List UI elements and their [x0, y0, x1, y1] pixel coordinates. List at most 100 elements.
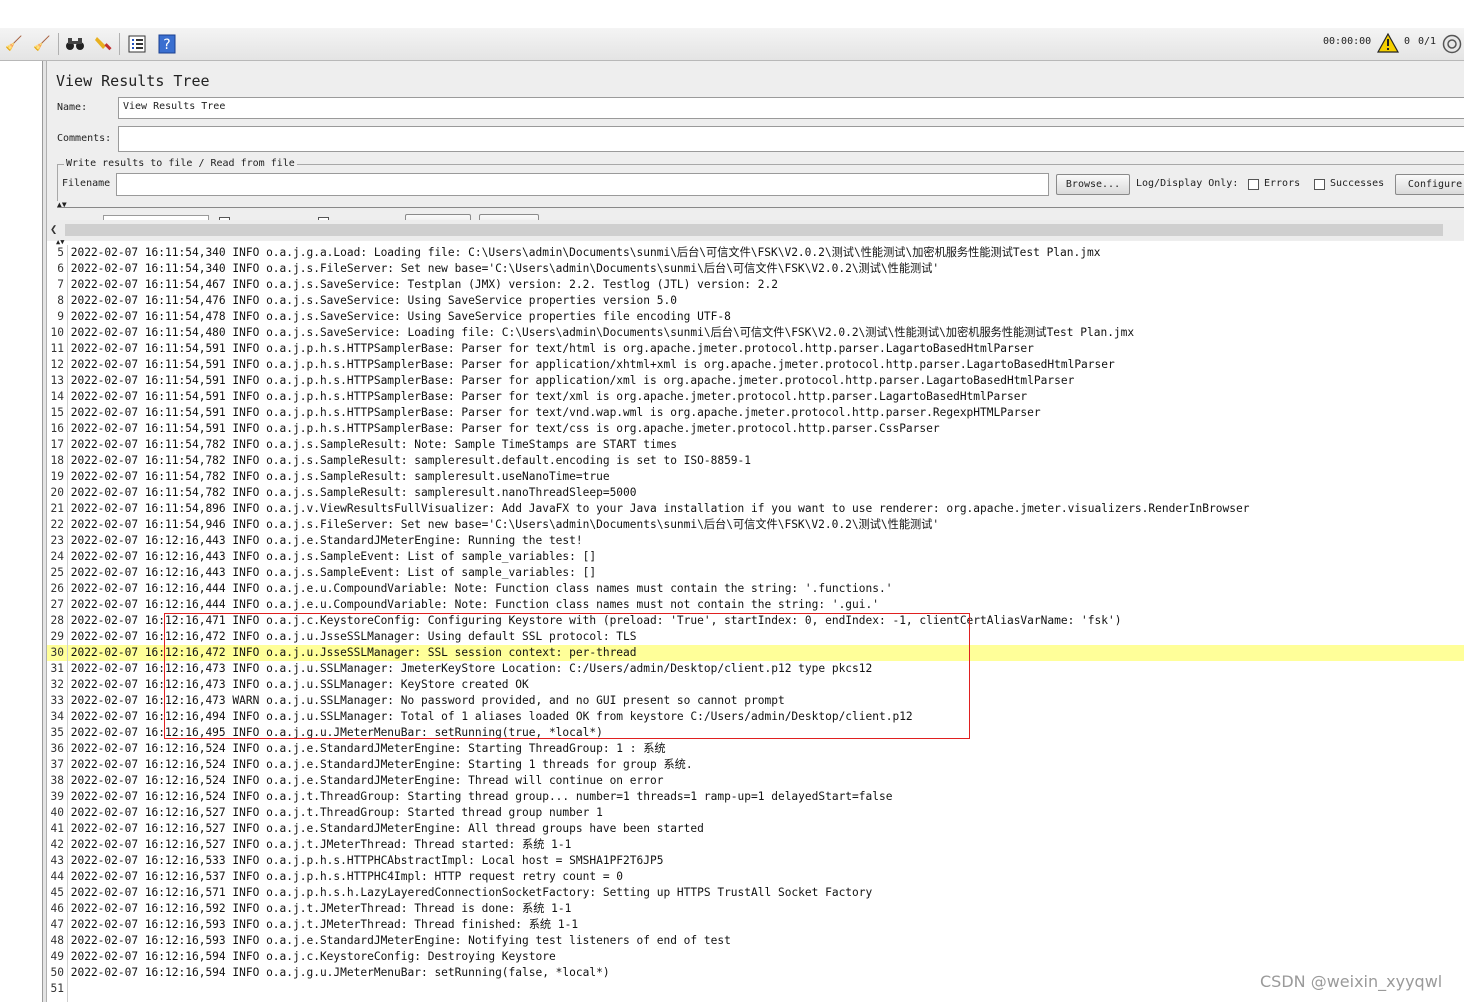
log-line: 27 2022-02-07 16:12:16,444 INFO o.a.j.e.… [47, 597, 1464, 613]
comments-label: Comments: [57, 133, 112, 144]
log-line-text: 2022-02-07 16:11:54,591 INFO o.a.j.p.h.s… [64, 422, 940, 435]
log-display-only-label: Log/Display Only: [1136, 178, 1239, 189]
log-line: 22 2022-02-07 16:11:54,946 INFO o.a.j.s.… [47, 517, 1464, 533]
log-line: 45 2022-02-07 16:12:16,571 INFO o.a.j.p.… [47, 885, 1464, 901]
line-number: 15 [50, 406, 64, 419]
log-line-text: 2022-02-07 16:12:16,533 INFO o.a.j.p.h.s… [64, 854, 664, 867]
log-line: 21 2022-02-07 16:11:54,896 INFO o.a.j.v.… [47, 501, 1464, 517]
line-number: 14 [50, 390, 64, 403]
log-line: 26 2022-02-07 16:12:16,444 INFO o.a.j.e.… [47, 581, 1464, 597]
scrollbar-thumb[interactable] [65, 224, 1443, 236]
log-line: 17 2022-02-07 16:11:54,782 INFO o.a.j.s.… [47, 437, 1464, 453]
line-number-gutter [67, 245, 68, 1002]
line-number: 18 [50, 454, 64, 467]
line-number: 50 [50, 966, 64, 979]
log-line: 14 2022-02-07 16:11:54,591 INFO o.a.j.p.… [47, 389, 1464, 405]
line-number: 9 [57, 310, 64, 323]
line-number: 16 [50, 422, 64, 435]
line-number: 45 [50, 886, 64, 899]
svg-text:?: ? [163, 37, 170, 53]
log-line: 41 2022-02-07 16:12:16,527 INFO o.a.j.e.… [47, 821, 1464, 837]
log-line: 42 2022-02-07 16:12:16,527 INFO o.a.j.t.… [47, 837, 1464, 853]
log-line-text: 2022-02-07 16:11:54,467 INFO o.a.j.s.Sav… [64, 278, 778, 291]
log-line-text: 2022-02-07 16:12:16,593 INFO o.a.j.t.JMe… [64, 918, 579, 931]
view-results-tree-panel: View Results Tree Name: View Results Tre… [47, 61, 1464, 241]
line-number: 19 [50, 470, 64, 483]
scroll-left-icon[interactable]: ❮ [50, 222, 57, 236]
log-line: 6 2022-02-07 16:11:54,340 INFO o.a.j.s.F… [47, 261, 1464, 277]
clear-broom-icon[interactable]: 🧹 [3, 33, 25, 55]
browse-button[interactable]: Browse... [1056, 174, 1130, 195]
search-binoculars-icon[interactable] [64, 33, 86, 55]
log-line-text: 2022-02-07 16:12:16,537 INFO o.a.j.p.h.s… [64, 870, 624, 883]
log-line: 13 2022-02-07 16:11:54,591 INFO o.a.j.p.… [47, 373, 1464, 389]
errors-checkbox[interactable] [1248, 179, 1259, 190]
line-number: 31 [50, 662, 64, 675]
log-line: 25 2022-02-07 16:12:16,443 INFO o.a.j.s.… [47, 565, 1464, 581]
clear-all-broom-icon[interactable]: 🧹 [31, 33, 53, 55]
line-number: 28 [50, 614, 64, 627]
log-line: 23 2022-02-07 16:12:16,443 INFO o.a.j.e.… [47, 533, 1464, 549]
log-line-text: 2022-02-07 16:11:54,476 INFO o.a.j.s.Sav… [64, 294, 677, 307]
line-number: 23 [50, 534, 64, 547]
log-line-text: 2022-02-07 16:12:16,527 INFO o.a.j.e.Sta… [64, 822, 704, 835]
watermark: CSDN @weixin_xyyqwl [1260, 972, 1443, 991]
filename-field[interactable] [116, 173, 1049, 196]
log-line-text: 2022-02-07 16:12:16,524 INFO o.a.j.e.Sta… [64, 774, 664, 787]
log-line: 50 2022-02-07 16:12:16,594 INFO o.a.j.g.… [47, 965, 1464, 981]
line-number: 22 [50, 518, 64, 531]
filename-label: Filename [62, 178, 111, 189]
line-number: 37 [50, 758, 64, 771]
successes-label: Successes [1330, 178, 1385, 189]
log-line: 51 [47, 981, 1464, 997]
line-number: 26 [50, 582, 64, 595]
log-line-text: 2022-02-07 16:11:54,478 INFO o.a.j.s.Sav… [64, 310, 731, 323]
log-line: 48 2022-02-07 16:12:16,593 INFO o.a.j.e.… [47, 933, 1464, 949]
toolbar-separator [58, 33, 59, 55]
line-number: 48 [50, 934, 64, 947]
comments-field[interactable] [118, 126, 1464, 152]
line-number: 17 [50, 438, 64, 451]
log-line-text: 2022-02-07 16:11:54,591 INFO o.a.j.p.h.s… [64, 358, 1115, 371]
active-threads: 0/1 [1418, 36, 1437, 47]
configure-button[interactable]: Configure [1395, 174, 1464, 195]
log-line: 5 2022-02-07 16:11:54,340 INFO o.a.j.g.a… [47, 245, 1464, 261]
log-line-text: 2022-02-07 16:11:54,946 INFO o.a.j.s.Fil… [64, 518, 940, 531]
main-toolbar: 🧹 🧹 ? 00:00:00 0 0/1 [0, 28, 1464, 61]
line-number: 10 [50, 326, 64, 339]
line-number: 24 [50, 550, 64, 563]
log-line-text: 2022-02-07 16:12:16,443 INFO o.a.j.s.Sam… [64, 566, 597, 579]
log-line: 24 2022-02-07 16:12:16,443 INFO o.a.j.s.… [47, 549, 1464, 565]
successes-checkbox[interactable] [1314, 179, 1325, 190]
log-line-text: 2022-02-07 16:12:16,524 INFO o.a.j.e.Sta… [64, 742, 666, 755]
line-number: 47 [50, 918, 64, 931]
line-number: 32 [50, 678, 64, 691]
log-line-text: 2022-02-07 16:12:16,527 INFO o.a.j.t.Thr… [64, 806, 603, 819]
function-helper-icon[interactable] [126, 33, 148, 55]
log-line: 8 2022-02-07 16:11:54,476 INFO o.a.j.s.S… [47, 293, 1464, 309]
warning-icon[interactable] [1376, 32, 1400, 57]
line-number: 40 [50, 806, 64, 819]
log-line-text: 2022-02-07 16:12:16,524 INFO o.a.j.t.Thr… [64, 790, 893, 803]
test-plan-tree-pane[interactable] [0, 61, 43, 1002]
line-number: 25 [50, 566, 64, 579]
log-line: 20 2022-02-07 16:11:54,782 INFO o.a.j.s.… [47, 485, 1464, 501]
log-line-text: 2022-02-07 16:11:54,340 INFO o.a.j.g.a.L… [64, 246, 1101, 259]
reset-search-icon[interactable] [93, 33, 115, 55]
log-line-text: 2022-02-07 16:11:54,782 INFO o.a.j.s.Sam… [64, 470, 610, 483]
name-field[interactable]: View Results Tree [118, 97, 1464, 119]
line-number: 27 [50, 598, 64, 611]
errors-label: Errors [1264, 178, 1301, 189]
line-number: 7 [57, 278, 64, 291]
line-number: 51 [50, 982, 64, 995]
log-line: 43 2022-02-07 16:12:16,533 INFO o.a.j.p.… [47, 853, 1464, 869]
line-number: 8 [57, 294, 64, 307]
line-number: 13 [50, 374, 64, 387]
log-line: 15 2022-02-07 16:11:54,591 INFO o.a.j.p.… [47, 405, 1464, 421]
log-line-text: 2022-02-07 16:11:54,591 INFO o.a.j.p.h.s… [64, 374, 1075, 387]
log-line: 47 2022-02-07 16:12:16,593 INFO o.a.j.t.… [47, 917, 1464, 933]
toolbar-separator [119, 33, 120, 55]
horizontal-scrollbar[interactable]: ❮ [47, 220, 1464, 240]
help-icon[interactable]: ? [156, 33, 178, 55]
line-number: 5 [57, 246, 64, 259]
